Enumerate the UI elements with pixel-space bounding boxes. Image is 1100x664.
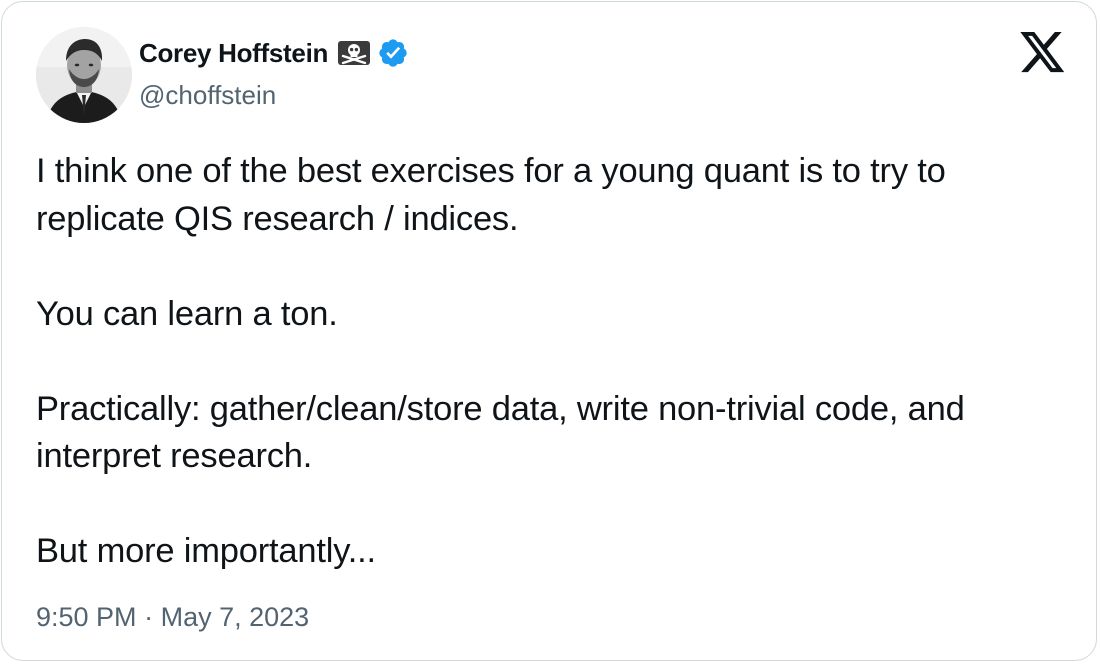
tweet-timestamp[interactable]: 9:50 PM · May 7, 2023	[36, 602, 309, 633]
author-row: Corey Hoffstein	[139, 35, 409, 71]
skull-and-crossbones-icon	[337, 40, 371, 66]
timestamp-separator: ·	[144, 602, 154, 632]
tweet-paragraph: I think one of the best exercises for a …	[36, 152, 946, 238]
author-name[interactable]: Corey Hoffstein	[139, 38, 328, 69]
avatar-image	[36, 27, 132, 123]
tweet-paragraph: Practically: gather/clean/store data, wr…	[36, 389, 965, 476]
tweet-paragraph: You can learn a ton.	[36, 294, 338, 333]
verified-badge-icon	[377, 37, 409, 69]
tweet-text: I think one of the best exercises for a …	[36, 148, 1076, 576]
author-handle[interactable]: @choffstein	[139, 80, 276, 111]
avatar[interactable]	[36, 27, 132, 123]
tweet-date: May 7, 2023	[160, 602, 310, 632]
x-logo-icon[interactable]	[1020, 32, 1066, 74]
tweet-card: Corey Hoffstein @choffstein I think one …	[1, 1, 1097, 661]
tweet-time: 9:50 PM	[36, 602, 137, 632]
tweet-paragraph: But more importantly...	[36, 532, 376, 570]
